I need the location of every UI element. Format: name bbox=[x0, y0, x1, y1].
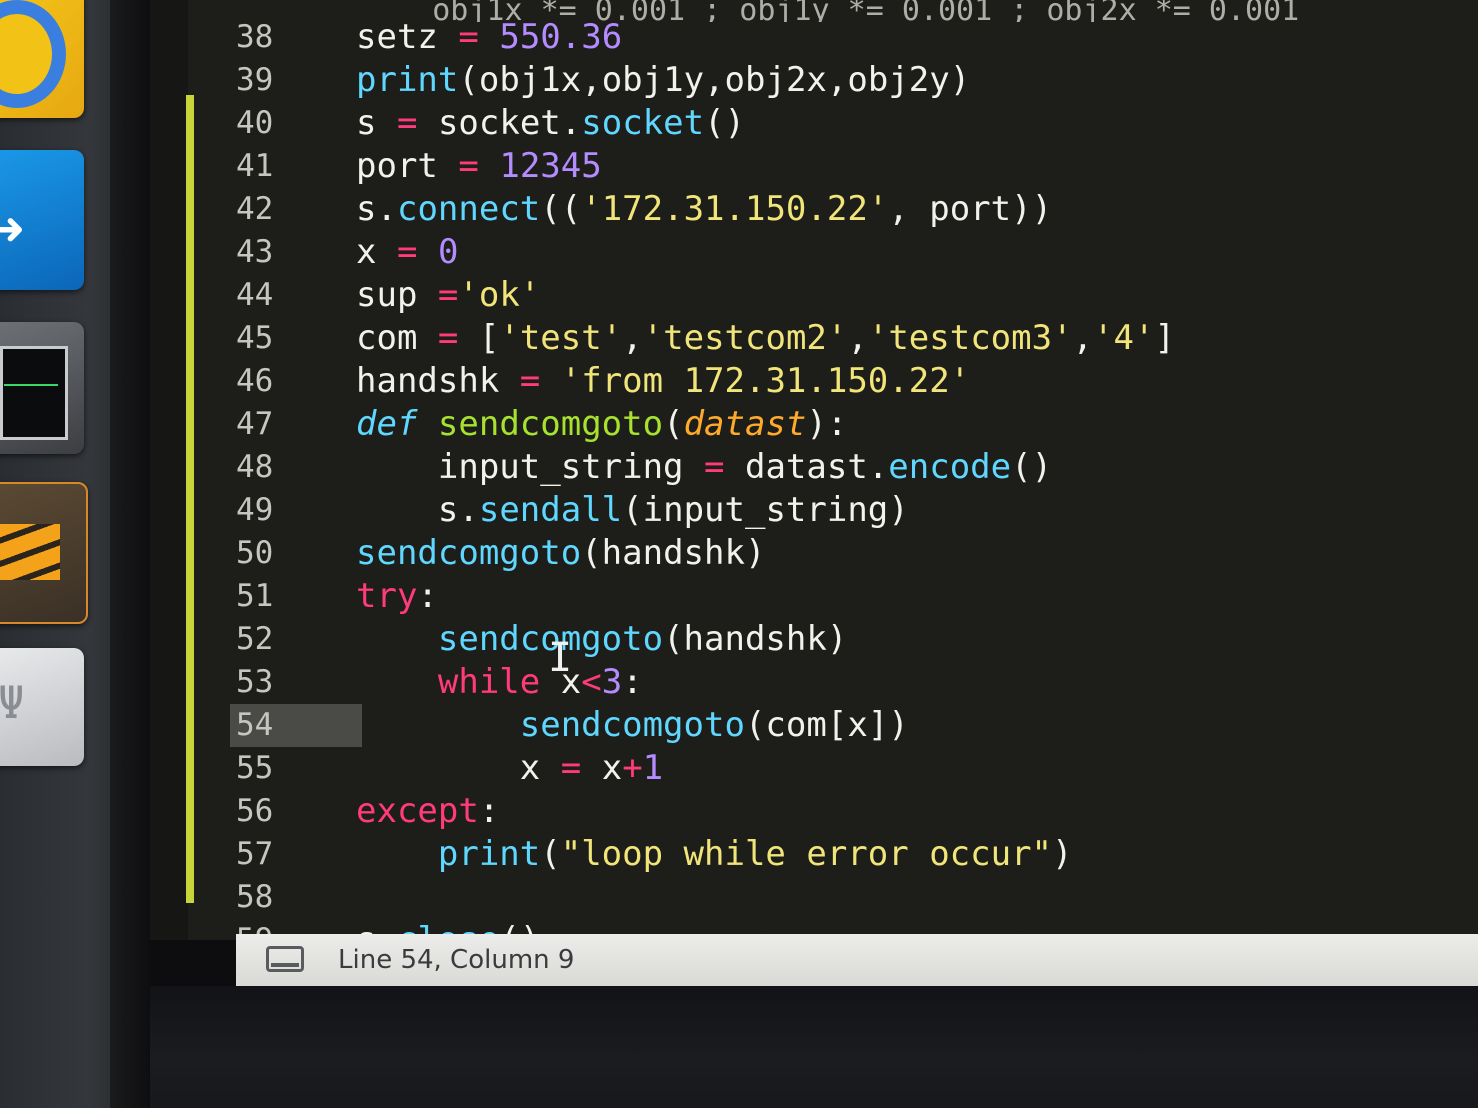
sublime-text-icon[interactable] bbox=[0, 482, 88, 624]
code-area[interactable]: 38 setz = 550.36 39 print(obj1x,obj1y,obj2x… bbox=[150, 16, 1478, 1005]
code-line[interactable]: 50 sendcomgoto(handshk) bbox=[150, 532, 1478, 575]
line-number: 57 bbox=[236, 836, 274, 872]
code-line[interactable]: 58 bbox=[150, 876, 1478, 919]
line-number: 42 bbox=[236, 191, 274, 227]
code-text: input_string = datast.encode() bbox=[437, 447, 1053, 487]
code-line[interactable]: 57 print("loop while error occur") bbox=[150, 833, 1478, 876]
code-text: sendcomgoto(handshk) bbox=[356, 533, 766, 573]
code-text: sendcomgoto(com[x]) bbox=[519, 705, 909, 745]
chrome-icon[interactable] bbox=[0, 0, 84, 118]
code-line[interactable]: 52 sendcomgoto(handshk) bbox=[150, 618, 1478, 661]
code-text: port = 12345 bbox=[356, 146, 602, 186]
code-text: sup ='ok' bbox=[356, 275, 541, 315]
line-number: 44 bbox=[236, 277, 274, 313]
code-line[interactable]: 45 com = ['test','testcom2','testcom3','4… bbox=[150, 317, 1478, 360]
code-line[interactable]: 53 while x<3: bbox=[150, 661, 1478, 704]
code-text: x = x+1 bbox=[519, 748, 664, 788]
code-line[interactable]: 55 x = x+1 bbox=[150, 747, 1478, 790]
teamviewer-icon[interactable]: ➜ bbox=[0, 150, 84, 290]
code-line[interactable]: 49 s.sendall(input_string) bbox=[150, 489, 1478, 532]
code-text: print(obj1x,obj1y,obj2x,obj2y) bbox=[356, 60, 971, 100]
line-number: 53 bbox=[236, 664, 274, 700]
status-bar: Line 54, Column 9 bbox=[236, 934, 1478, 986]
code-text: print("loop while error occur") bbox=[437, 834, 1073, 874]
partial-line-top: obj1x *= 0.001 ; obj1y *= 0.001 ; obj2x … bbox=[360, 0, 1300, 22]
line-number: 54 bbox=[230, 704, 362, 747]
code-line[interactable]: 51 try: bbox=[150, 575, 1478, 618]
line-number: 41 bbox=[236, 148, 274, 184]
code-line[interactable]: 56 except: bbox=[150, 790, 1478, 833]
code-text: s = socket.socket() bbox=[356, 103, 746, 143]
code-line[interactable]: 44 sup ='ok' bbox=[150, 274, 1478, 317]
system-monitor-icon[interactable] bbox=[0, 322, 84, 454]
code-text: s.sendall(input_string) bbox=[437, 490, 909, 530]
code-line[interactable]: 47 def sendcomgoto(datast): bbox=[150, 403, 1478, 446]
code-line[interactable]: 54 sendcomgoto(com[x]) bbox=[150, 704, 1478, 747]
text-cursor-icon: I bbox=[548, 635, 573, 681]
line-number: 49 bbox=[236, 492, 274, 528]
code-text: x = 0 bbox=[356, 232, 459, 272]
code-editor[interactable]: 38 setz = 550.36 39 print(obj1x,obj1y,obj2x… bbox=[150, 0, 1478, 1001]
line-number: 52 bbox=[236, 621, 274, 657]
line-number: 43 bbox=[236, 234, 274, 270]
line-number: 40 bbox=[236, 105, 274, 141]
usb-drive-icon[interactable]: Ψ bbox=[0, 648, 84, 766]
code-line[interactable]: 40 s = socket.socket() bbox=[150, 102, 1478, 145]
code-line[interactable]: 46 handshk = 'from 172.31.150.22' bbox=[150, 360, 1478, 403]
line-number: 51 bbox=[236, 578, 274, 614]
line-number: 39 bbox=[236, 62, 274, 98]
line-number: 45 bbox=[236, 320, 274, 356]
line-number: 50 bbox=[236, 535, 274, 571]
code-line[interactable]: 48 input_string = datast.encode() bbox=[150, 446, 1478, 489]
code-text: except: bbox=[356, 791, 500, 831]
code-text: s.connect(('172.31.150.22', port)) bbox=[356, 189, 1053, 229]
code-text: def sendcomgoto(datast): bbox=[356, 404, 848, 444]
code-text: while x<3: bbox=[437, 662, 643, 702]
code-text: handshk = 'from 172.31.150.22' bbox=[356, 361, 971, 401]
line-number: 47 bbox=[236, 406, 274, 442]
code-line[interactable]: 43 x = 0 bbox=[150, 231, 1478, 274]
code-text: try: bbox=[356, 576, 438, 616]
launcher-edge bbox=[110, 0, 150, 1108]
code-line[interactable]: 38 setz = 550.36 bbox=[150, 16, 1478, 59]
code-text: setz = 550.36 bbox=[356, 17, 623, 57]
line-number: 58 bbox=[236, 879, 274, 915]
line-number: 38 bbox=[236, 19, 274, 55]
line-number: 48 bbox=[236, 449, 274, 485]
code-text: com = ['test','testcom2','testcom3','4'] bbox=[356, 318, 1175, 358]
code-line[interactable]: 41 port = 12345 bbox=[150, 145, 1478, 188]
code-line[interactable]: 39 print(obj1x,obj1y,obj2x,obj2y) bbox=[150, 59, 1478, 102]
line-number: 55 bbox=[236, 750, 274, 786]
panel-toggle-icon[interactable] bbox=[266, 946, 304, 972]
line-number: 46 bbox=[236, 363, 274, 399]
code-line[interactable]: 42 s.connect(('172.31.150.22', port)) bbox=[150, 188, 1478, 231]
line-number: 56 bbox=[236, 793, 274, 829]
launcher-sidebar: ➜ Ψ bbox=[0, 0, 150, 1108]
monitor-bezel bbox=[150, 986, 1478, 1108]
cursor-position: Line 54, Column 9 bbox=[338, 945, 575, 975]
code-text: sendcomgoto(handshk) bbox=[437, 619, 848, 659]
